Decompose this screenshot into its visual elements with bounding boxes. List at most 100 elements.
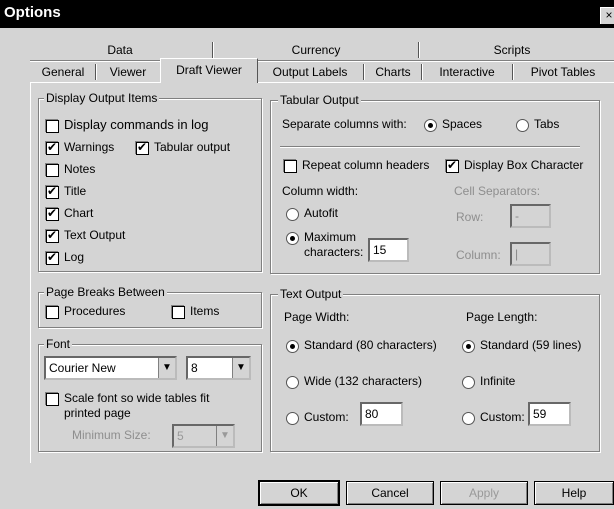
minimum-size-dropdown[interactable]: 5 ▼ [172, 424, 235, 448]
repeat-headers-label: Repeat column headers [302, 158, 430, 172]
tab-divider [512, 64, 514, 80]
minimum-size-value: 5 [177, 429, 184, 443]
display-box-label: Display Box Character [464, 158, 584, 172]
tab-divider [418, 42, 420, 58]
title-bar: Options × [0, 0, 614, 28]
page-breaks-title: Page Breaks Between [44, 285, 167, 299]
autofit-radio[interactable] [286, 208, 299, 221]
width-custom-input[interactable]: 80 [360, 402, 403, 426]
font-family-value: Courier New [49, 361, 116, 375]
tab-data[interactable]: Data [30, 40, 210, 60]
log-label: Log [64, 250, 85, 264]
tab-divider [212, 42, 214, 58]
tab-interactive[interactable]: Interactive [424, 62, 510, 82]
length-custom-label: Custom: [480, 410, 525, 424]
length-standard-label: Standard (59 lines) [480, 338, 582, 352]
length-custom-input[interactable]: 59 [528, 402, 571, 426]
chart-checkbox[interactable] [46, 206, 59, 221]
log-checkbox[interactable] [46, 250, 59, 265]
tabs-radio[interactable] [516, 119, 529, 132]
length-infinite-label: Infinite [480, 374, 516, 388]
tab-charts[interactable]: Charts [366, 62, 420, 82]
page-width-label: Page Width: [284, 310, 350, 324]
display-box-checkbox[interactable] [446, 158, 459, 173]
tab-pivot-tables[interactable]: Pivot Tables [515, 62, 611, 82]
notes-checkbox[interactable] [46, 164, 59, 177]
text-output-label: Text Output [64, 228, 126, 242]
procedures-checkbox[interactable] [46, 306, 59, 319]
tab-currency[interactable]: Currency [216, 40, 416, 60]
text-output-checkbox[interactable] [46, 228, 59, 243]
ok-button[interactable]: OK [258, 480, 340, 506]
tabular-output-label: Tabular output [154, 140, 231, 154]
scale-font-checkbox[interactable] [46, 393, 59, 406]
warnings-checkbox[interactable] [46, 140, 59, 155]
width-wide-label: Wide (132 characters) [304, 374, 423, 388]
spaces-label: Spaces [442, 117, 483, 131]
separate-columns-label: Separate columns with: [282, 117, 407, 131]
tabular-output-title: Tabular Output [278, 93, 361, 107]
width-standard-label: Standard (80 characters) [304, 338, 437, 352]
tab-divider [421, 64, 423, 80]
font-size-dropdown[interactable]: 8 ▼ [186, 356, 251, 380]
font-family-dropdown[interactable]: Courier New ▼ [44, 356, 177, 380]
width-custom-label: Custom: [304, 410, 349, 424]
repeat-headers-checkbox[interactable] [284, 160, 297, 173]
column-width-label: Column width: [282, 184, 359, 198]
cell-separators-label: Cell Separators: [454, 184, 541, 198]
options-dialog: Options × Data Currency Scripts General … [0, 0, 614, 509]
tab-divider [95, 64, 97, 80]
help-button[interactable]: Help [534, 481, 614, 505]
tab-output-labels[interactable]: Output Labels [258, 62, 362, 82]
tabular-output-checkbox[interactable] [136, 140, 149, 155]
apply-button[interactable]: Apply [440, 481, 528, 505]
chevron-down-icon[interactable]: ▼ [232, 358, 249, 378]
items-label: Items [190, 304, 220, 318]
notes-label: Notes [64, 162, 96, 176]
width-standard-radio[interactable] [286, 340, 299, 353]
length-custom-radio[interactable] [462, 412, 475, 425]
chevron-down-icon[interactable]: ▼ [158, 358, 175, 378]
length-infinite-radio[interactable] [462, 376, 475, 389]
column-label: Column: [456, 248, 501, 262]
display-commands-checkbox[interactable] [46, 120, 59, 133]
minimum-size-label: Minimum Size: [72, 428, 151, 442]
display-output-title: Display Output Items [44, 91, 160, 105]
tab-viewer[interactable]: Viewer [98, 62, 158, 82]
max-characters-input[interactable]: 15 [368, 238, 409, 262]
column-separator-input[interactable]: | [510, 242, 551, 266]
maximum-radio[interactable] [286, 232, 299, 245]
title-label: Title [64, 184, 87, 198]
row-separator-input[interactable]: - [510, 204, 551, 228]
font-size-value: 8 [191, 361, 198, 375]
tab-draft-viewer[interactable]: Draft Viewer [160, 58, 258, 83]
scale-font-label-2: printed page [64, 406, 131, 420]
tab-divider [363, 64, 365, 80]
characters-label: characters: [304, 245, 364, 259]
tab-scripts[interactable]: Scripts [422, 40, 602, 60]
tabular-divider [280, 146, 580, 148]
width-wide-radio[interactable] [286, 376, 299, 389]
spaces-radio[interactable] [424, 119, 437, 132]
warnings-label: Warnings [64, 140, 115, 154]
length-standard-radio[interactable] [462, 340, 475, 353]
items-checkbox[interactable] [172, 306, 185, 319]
scale-font-label-1: Scale font so wide tables fit [64, 391, 210, 405]
width-custom-radio[interactable] [286, 412, 299, 425]
autofit-label: Autofit [304, 206, 339, 220]
font-title: Font [44, 337, 73, 351]
display-commands-label: Display commands in log [64, 117, 209, 132]
chevron-down-icon: ▼ [216, 426, 233, 446]
text-output-title: Text Output [278, 287, 344, 301]
title-checkbox[interactable] [46, 184, 59, 199]
row-label: Row: [456, 210, 484, 224]
chart-label: Chart [64, 206, 94, 220]
maximum-label: Maximum [304, 230, 357, 244]
close-icon[interactable]: × [600, 7, 614, 24]
page-length-label: Page Length: [466, 310, 538, 324]
cancel-button[interactable]: Cancel [346, 481, 434, 505]
procedures-label: Procedures [64, 304, 126, 318]
tab-general[interactable]: General [32, 62, 94, 82]
window-title: Options [4, 4, 61, 21]
tabs-label: Tabs [534, 117, 560, 131]
